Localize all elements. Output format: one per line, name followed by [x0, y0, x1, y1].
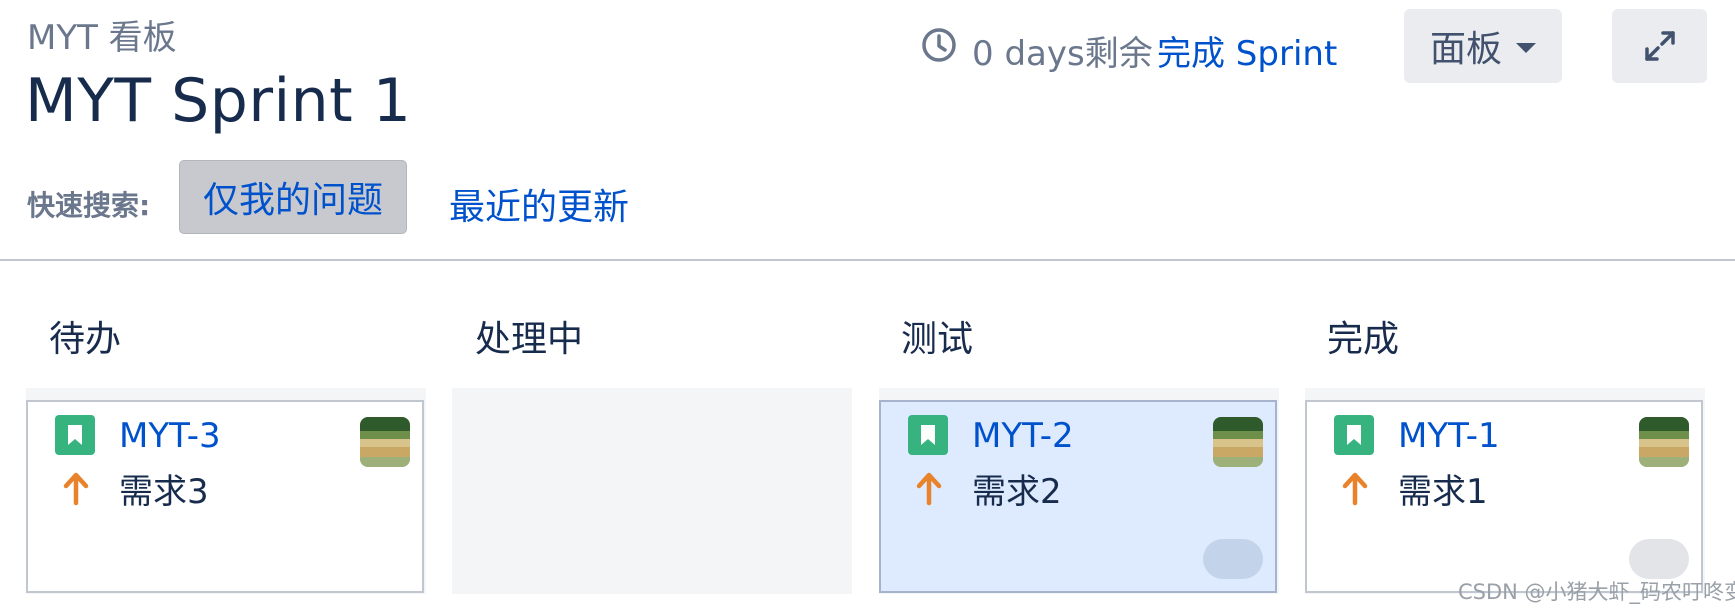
days-remaining: 0 days剩余 [972, 34, 1153, 74]
quick-search-label: 快速搜索: [27, 189, 151, 222]
chevron-down-icon [1516, 43, 1536, 53]
estimate-badge [1629, 539, 1689, 579]
column-header-testing: 测试 [901, 319, 974, 360]
board-name: MYT 看板 [27, 18, 177, 58]
clock-icon [922, 28, 956, 62]
header-divider [0, 259, 1735, 261]
issue-key[interactable]: MYT-1 [1398, 416, 1500, 456]
story-icon [908, 415, 948, 455]
story-icon [55, 415, 95, 455]
board-menu-button[interactable]: 面板 [1404, 9, 1562, 83]
complete-sprint-link[interactable]: 完成 Sprint [1157, 26, 1337, 75]
assignee-avatar[interactable] [1213, 417, 1263, 467]
sprint-title: MYT Sprint 1 [25, 66, 412, 136]
assignee-avatar[interactable] [360, 417, 410, 467]
column-header-done: 完成 [1327, 319, 1400, 360]
quick-filter-only-my-issues[interactable]: 仅我的问题 [179, 160, 407, 234]
story-icon [1334, 415, 1374, 455]
priority-high-arrow-icon [63, 472, 89, 506]
issue-summary: 需求1 [1398, 472, 1488, 512]
issue-key[interactable]: MYT-2 [972, 416, 1074, 456]
issue-summary: 需求3 [119, 472, 209, 512]
issue-card[interactable]: MYT-2 需求2 [879, 400, 1277, 593]
issue-card[interactable]: MYT-1 需求1 [1305, 400, 1703, 593]
watermark: CSDN @小猪大虾_码农叮咚变 [1458, 580, 1735, 604]
column-in-progress [452, 388, 852, 594]
column-header-todo: 待办 [49, 319, 122, 360]
quick-filter-recently-updated[interactable]: 最近的更新 [449, 178, 629, 230]
priority-high-arrow-icon [1342, 472, 1368, 506]
expand-icon [1644, 31, 1675, 61]
issue-key[interactable]: MYT-3 [119, 416, 221, 456]
estimate-badge [1203, 539, 1263, 579]
issue-summary: 需求2 [972, 472, 1062, 512]
issue-card[interactable]: MYT-3 需求3 [26, 400, 424, 593]
assignee-avatar[interactable] [1639, 417, 1689, 467]
fullscreen-button[interactable] [1612, 9, 1707, 83]
column-header-in-progress: 处理中 [475, 319, 584, 360]
priority-high-arrow-icon [916, 472, 942, 506]
board-menu-label: 面板 [1429, 29, 1502, 70]
